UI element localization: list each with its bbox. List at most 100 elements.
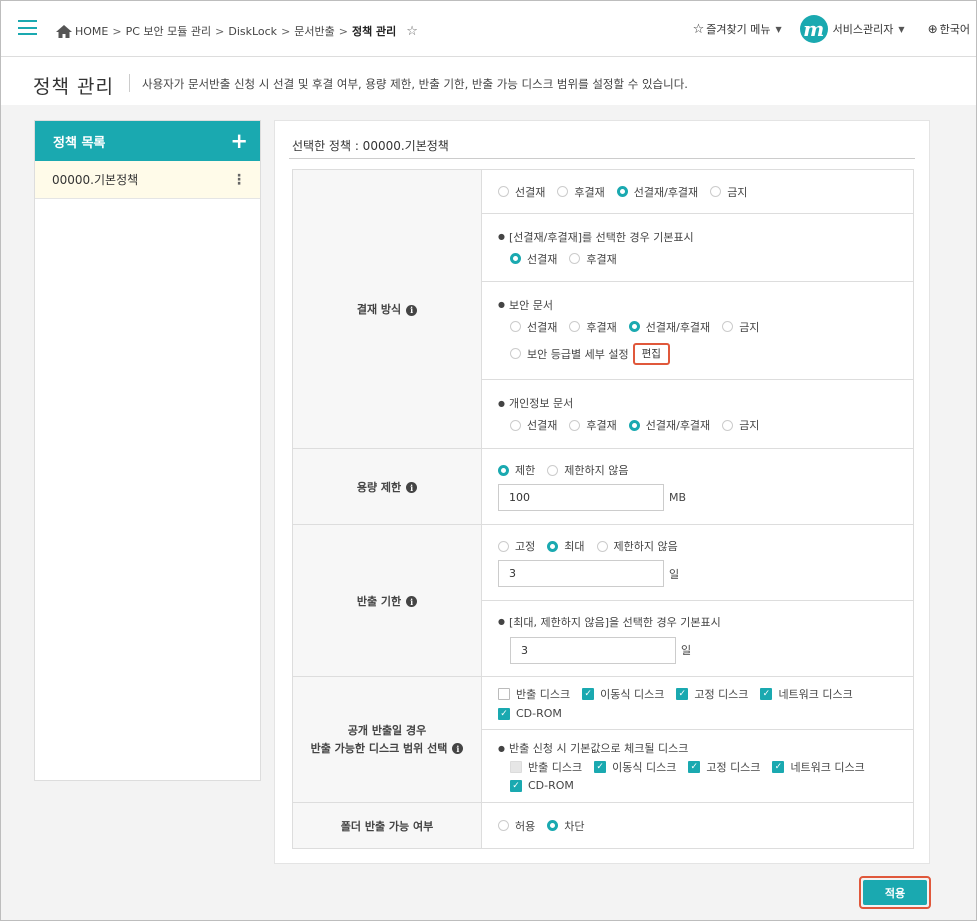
favorites-menu[interactable]: ☆ 즐겨찾기 메뉴 ▼: [693, 21, 782, 37]
approval-radio-both[interactable]: 선결재/후결재: [616, 184, 698, 200]
title-underline: [289, 158, 915, 159]
disk-check-network[interactable]: ✓ 네트워크 디스크: [760, 686, 853, 702]
crumb-disklock[interactable]: DiskLock: [228, 25, 277, 38]
privacy-radio-pre[interactable]: 선결재: [510, 417, 557, 433]
security-radio-grade[interactable]: 보안 등급별 세부 설정: [510, 346, 629, 362]
capacity-cell: 제한 제한하지 않음 100 MB: [481, 448, 914, 525]
edit-button[interactable]: 편집: [632, 342, 670, 365]
folder-radio-allow[interactable]: 허용: [498, 818, 535, 834]
privacy-doc-cell: ● 개인정보 문서 선결재 후결재 선결재/후결재 금지: [481, 379, 914, 449]
star-icon[interactable]: ☆: [406, 24, 418, 39]
folder-label: 폴더 반출 가능 여부: [340, 819, 434, 833]
disk-check-removable[interactable]: ✓ 이동식 디스크: [582, 686, 664, 702]
default-radio-pre[interactable]: 선결재: [510, 251, 557, 267]
deadline-radio-fixed[interactable]: 고정: [498, 538, 535, 554]
security-radio-forbid[interactable]: 금지: [722, 319, 759, 335]
crumb-doc-export[interactable]: 문서반출: [294, 23, 334, 39]
favorites-label: 즐겨찾기 메뉴: [706, 23, 771, 36]
security-radio-pre[interactable]: 선결재: [510, 319, 557, 335]
default-radio-post[interactable]: 후결재: [569, 251, 617, 267]
deadline-default-note: ● [최대, 제한하지 않음]을 선택한 경우 기본표시: [498, 615, 721, 629]
capacity-input[interactable]: 100: [498, 484, 664, 511]
add-policy-icon[interactable]: +: [230, 130, 248, 152]
header-right: ☆ 즐겨찾기 메뉴 ▼ m 서비스관리자 ▼ ⊕ 한국어: [693, 15, 970, 43]
policy-list-title: 정책 목록: [53, 135, 106, 151]
disk-label-line1: 공개 반출일 경우: [347, 723, 427, 737]
deadline-input[interactable]: 3: [498, 560, 664, 587]
approval-label-cell: 결재 방식 i: [292, 169, 482, 449]
crumb-home[interactable]: HOME: [75, 25, 108, 38]
policy-list-item[interactable]: 00000.기본정책 ⋮: [35, 161, 260, 199]
deadline-label: 반출 기한: [356, 594, 402, 608]
disk-default-cell: ● 반출 신청 시 기본값으로 체크될 디스크 반출 디스크 ✓ 이동식 디스크 ✓…: [481, 729, 914, 803]
info-icon[interactable]: i: [406, 304, 418, 316]
capacity-radio-nolimit[interactable]: 제한하지 않음: [547, 462, 628, 478]
folder-cell: 허용 차단: [481, 802, 914, 849]
info-icon[interactable]: i: [406, 596, 418, 607]
deadline-default-cell: ● [최대, 제한하지 않음]을 선택한 경우 기본표시 3 일: [481, 600, 914, 677]
approval-default-cell: ● [선결재/후결재]를 선택한 경우 기본표시 선결재 후결재: [481, 213, 914, 282]
security-radio-post[interactable]: 후결재: [569, 319, 617, 335]
page-description: 사용자가 문서반출 신청 시 선결 및 후결 여부, 용량 제한, 반출 기한,…: [142, 77, 688, 91]
approval-radio-pre[interactable]: 선결재: [498, 184, 545, 200]
disk-default-note: ● 반출 신청 시 기본값으로 체크될 디스크: [498, 742, 689, 755]
deadline-radio-nolimit[interactable]: 제한하지 않음: [596, 538, 678, 554]
privacy-radio-both[interactable]: 선결재/후결재: [628, 417, 710, 433]
menu-icon[interactable]: [18, 20, 37, 35]
folder-label-cell: 폴더 반출 가능 여부: [292, 802, 482, 849]
approval-default-note: ● [선결재/후결재]를 선택한 경우 기본표시: [498, 230, 694, 244]
default-check-removable[interactable]: ✓ 이동식 디스크: [594, 759, 676, 775]
security-doc-heading: ● 보안 문서: [498, 298, 553, 312]
policy-list-panel: 정책 목록 + 00000.기본정책 ⋮: [34, 120, 261, 781]
info-icon[interactable]: i: [406, 482, 418, 493]
approval-radio-forbid[interactable]: 금지: [710, 184, 747, 200]
crumb-current: 정책 관리: [351, 25, 397, 38]
star-outline-icon: ☆: [692, 21, 705, 37]
policy-list-header: 정책 목록 +: [35, 121, 260, 161]
home-icon[interactable]: [56, 24, 72, 38]
disk-options-cell: 반출 디스크 ✓ 이동식 디스크 ✓ 고정 디스크 ✓ 네트워크 디스크 ✓ CD-RO…: [481, 676, 914, 730]
default-check-cdrom[interactable]: ✓ CD-ROM: [510, 779, 574, 792]
deadline-unit: 일: [669, 567, 680, 581]
deadline-default-unit: 일: [681, 644, 692, 657]
title-divider: [129, 74, 130, 92]
capacity-radio-limit[interactable]: 제한: [498, 462, 535, 478]
approval-radio-post[interactable]: 후결재: [557, 184, 605, 200]
security-doc-cell: ● 보안 문서 선결재 후결재 선결재/후결재 금지 보안 등급별 세부 설정 편…: [481, 281, 914, 380]
privacy-radio-post[interactable]: 후결재: [569, 417, 617, 433]
avatar: m: [799, 15, 828, 43]
approval-label: 결재 방식: [356, 303, 402, 316]
page-title: 정책 관리: [33, 76, 114, 98]
capacity-unit: MB: [669, 491, 687, 504]
kebab-menu-icon[interactable]: ⋮: [232, 172, 246, 188]
language-menu[interactable]: ⊕ 한국어: [928, 21, 970, 37]
policy-item-label: 00000.기본정책: [52, 173, 139, 187]
disk-label-cell: 공개 반출일 경우 반출 가능한 디스크 범위 선택 i: [292, 676, 482, 803]
disk-label-line2: 반출 가능한 디스크 범위 선택: [310, 741, 448, 755]
deadline-radio-max[interactable]: 최대: [547, 538, 585, 554]
default-check-export: 반출 디스크: [510, 759, 582, 775]
deadline-default-input[interactable]: 3: [510, 636, 676, 664]
folder-radio-block[interactable]: 차단: [547, 818, 585, 834]
info-icon[interactable]: i: [452, 743, 464, 754]
capacity-label: 용량 제한: [356, 480, 402, 494]
privacy-radio-forbid[interactable]: 금지: [722, 417, 759, 433]
user-name: 서비스관리자: [832, 23, 894, 36]
default-check-fixed[interactable]: ✓ 고정 디스크: [688, 759, 760, 775]
policy-detail-panel: 선택한 정책 : 00000.기본정책 결재 방식 i 선결재 후결재 선결재/후…: [274, 120, 930, 864]
crumb-pc-module[interactable]: PC 보안 모듈 관리: [126, 23, 212, 39]
security-radio-both[interactable]: 선결재/후결재: [628, 319, 710, 335]
user-menu[interactable]: m 서비스관리자 ▼: [799, 15, 905, 43]
default-check-network[interactable]: ✓ 네트워크 디스크: [772, 759, 865, 775]
language-label: 한국어: [939, 23, 970, 36]
caret-down-icon: ▼: [898, 24, 905, 34]
globe-icon: ⊕: [927, 22, 938, 36]
privacy-doc-heading: ● 개인정보 문서: [498, 397, 574, 410]
capacity-label-cell: 용량 제한 i: [292, 448, 482, 525]
deadline-label-cell: 반출 기한 i: [292, 524, 482, 677]
disk-check-fixed[interactable]: ✓ 고정 디스크: [676, 686, 748, 702]
breadcrumb: HOME > PC 보안 모듈 관리 > DiskLock > 문서반출 > 정책 관리…: [56, 23, 418, 39]
disk-check-cdrom[interactable]: ✓ CD-ROM: [498, 707, 562, 720]
apply-button[interactable]: 적용: [863, 880, 927, 905]
disk-check-export[interactable]: 반출 디스크: [498, 686, 570, 702]
